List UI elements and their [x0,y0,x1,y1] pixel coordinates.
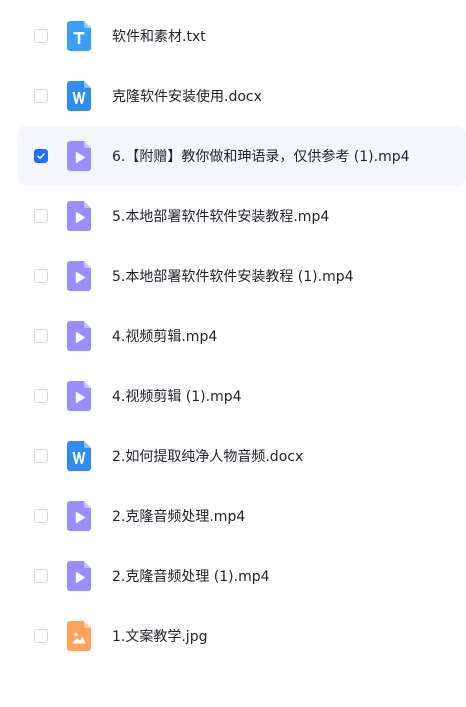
file-row[interactable]: 2.如何提取纯净人物音频.docx [0,426,466,486]
video-file-icon [67,141,91,171]
file-row[interactable]: 5.本地部署软件软件安装教程 (1).mp4 [0,246,466,306]
word-file-icon [67,441,91,471]
file-name[interactable]: 4.视频剪辑 (1).mp4 [112,386,242,406]
file-name[interactable]: 软件和素材.txt [112,26,206,46]
file-row[interactable]: 4.视频剪辑 (1).mp4 [0,366,466,426]
file-row[interactable]: 1.文案教学.jpg [0,606,466,666]
video-file-icon [67,561,91,591]
file-checkbox[interactable] [34,329,48,343]
checkmark-icon [37,153,45,159]
file-checkbox[interactable] [34,389,48,403]
video-file-icon [67,261,91,291]
file-name[interactable]: 克隆软件安装使用.docx [112,86,262,106]
file-checkbox[interactable] [34,149,48,163]
file-row[interactable]: 5.本地部署软件软件安装教程.mp4 [0,186,466,246]
file-checkbox[interactable] [34,269,48,283]
file-list: 软件和素材.txt 克隆软件安装使用.docx 6.【附赠】教你做和珅语录，仅供参考… [0,6,466,666]
file-checkbox[interactable] [34,629,48,643]
file-row[interactable]: 2.克隆音频处理 (1).mp4 [0,546,466,606]
file-name[interactable]: 2.如何提取纯净人物音频.docx [112,446,303,466]
file-checkbox[interactable] [34,89,48,103]
video-file-icon [67,321,91,351]
file-name[interactable]: 2.克隆音频处理 (1).mp4 [112,566,270,586]
file-checkbox[interactable] [34,509,48,523]
file-row[interactable]: 2.克隆音频处理.mp4 [0,486,466,546]
image-file-icon [67,621,91,651]
file-name[interactable]: 1.文案教学.jpg [112,626,207,646]
video-file-icon [67,501,91,531]
file-name[interactable]: 5.本地部署软件软件安装教程.mp4 [112,206,329,226]
file-row[interactable]: 克隆软件安装使用.docx [0,66,466,126]
file-name[interactable]: 2.克隆音频处理.mp4 [112,506,245,526]
file-checkbox[interactable] [34,449,48,463]
file-row[interactable]: 软件和素材.txt [0,6,466,66]
file-checkbox[interactable] [34,569,48,583]
file-row[interactable]: 6.【附赠】教你做和珅语录，仅供参考 (1).mp4 [18,126,466,186]
file-name[interactable]: 6.【附赠】教你做和珅语录，仅供参考 (1).mp4 [112,146,410,166]
file-row[interactable]: 4.视频剪辑.mp4 [0,306,466,366]
video-file-icon [67,381,91,411]
file-checkbox[interactable] [34,29,48,43]
video-file-icon [67,201,91,231]
file-name[interactable]: 4.视频剪辑.mp4 [112,326,217,346]
file-checkbox[interactable] [34,209,48,223]
file-name[interactable]: 5.本地部署软件软件安装教程 (1).mp4 [112,266,354,286]
text-file-icon [67,21,91,51]
word-file-icon [67,81,91,111]
